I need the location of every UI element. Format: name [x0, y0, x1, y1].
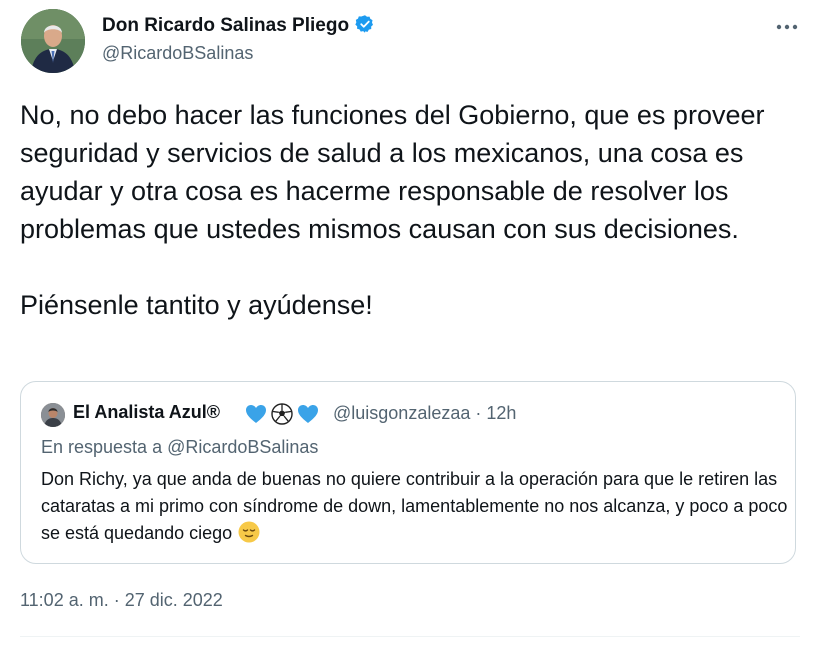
- author-avatar[interactable]: [21, 9, 85, 73]
- verified-badge-icon: [355, 14, 375, 40]
- quoted-text: Don Richy, ya que anda de buenas no quie…: [41, 466, 789, 552]
- tweet-timestamp[interactable]: 11:02 a. m. · 27 dic. 2022: [20, 590, 223, 611]
- quoted-name-emojis: [244, 402, 320, 426]
- divider: [20, 636, 800, 637]
- tweet-paragraph-1: No, no debo hacer las funciones del Gobi…: [20, 100, 765, 244]
- quoted-reply-to: En respuesta a @RicardoBSalinas: [41, 437, 319, 457]
- soccer-ball-icon: [271, 403, 293, 425]
- relieved-face-icon: [237, 520, 261, 552]
- quoted-author-name: El Analista Azul®: [73, 402, 220, 422]
- tweet-paragraph-2: Piénsenle tantito y ayúdense!: [20, 290, 373, 320]
- blue-heart-icon: [246, 405, 266, 423]
- quoted-text-body: Don Richy, ya que anda de buenas no quie…: [41, 469, 788, 543]
- author-handle[interactable]: @RicardoBSalinas: [102, 43, 253, 64]
- more-options-icon[interactable]: [770, 12, 804, 42]
- quoted-handle-time: @luisgonzalezaa · 12h: [333, 403, 517, 423]
- author-name-text: Don Ricardo Salinas Pliego: [102, 15, 350, 36]
- quoted-author-avatar: [41, 403, 65, 427]
- blue-heart-icon: [298, 405, 318, 423]
- author-name[interactable]: Don Ricardo Salinas Pliego: [102, 14, 375, 40]
- quoted-tweet[interactable]: El Analista Azul® @luisgonzalezaa · 12h …: [20, 381, 796, 564]
- avatar-image: [21, 9, 85, 73]
- tweet-text: No, no debo hacer las funciones del Gobi…: [20, 96, 800, 324]
